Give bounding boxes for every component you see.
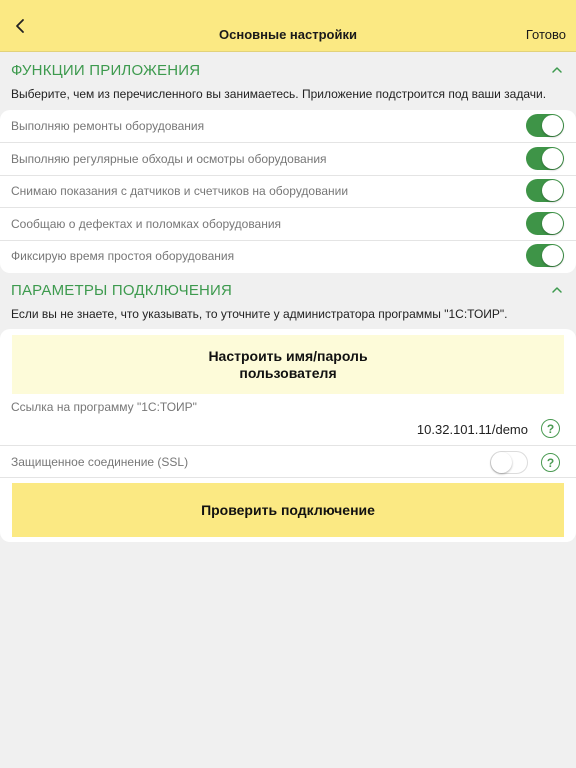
toggle-knob (542, 147, 563, 169)
toggle-knob (491, 452, 512, 473)
divider (0, 477, 576, 478)
toggle-knob (542, 180, 563, 202)
toggle-knob (542, 245, 563, 267)
function-toggle[interactable] (526, 211, 564, 235)
functions-section-header[interactable]: ФУНКЦИИ ПРИЛОЖЕНИЯ (0, 53, 576, 87)
function-label: Выполняю регулярные обходы и осмотры обо… (11, 151, 327, 166)
function-row: Сообщаю о дефектах и поломках оборудован… (0, 208, 576, 240)
functions-list: Выполняю ремонты оборудования Выполняю ре… (0, 110, 576, 273)
ssl-help-icon[interactable]: ? (541, 453, 560, 472)
navigation-bar: Основные настройки Готово (0, 0, 576, 52)
done-button[interactable]: Готово (526, 27, 566, 42)
url-help-icon[interactable]: ? (541, 419, 560, 438)
functions-section-title: ФУНКЦИИ ПРИЛОЖЕНИЯ (11, 62, 201, 79)
function-toggle[interactable] (526, 146, 564, 170)
function-row: Фиксирую время простоя оборудования (0, 240, 576, 272)
function-row: Выполняю ремонты оборудования (0, 110, 576, 142)
toggle-knob (542, 212, 563, 234)
chevron-up-icon[interactable] (550, 283, 564, 297)
connection-card: Настроить имя/пароль пользователя Ссылка… (0, 329, 576, 542)
functions-section-description: Выберите, чем из перечисленного вы заним… (11, 87, 547, 101)
page-title: Основные настройки (219, 27, 357, 42)
function-label: Сообщаю о дефектах и поломках оборудован… (11, 216, 282, 231)
url-label: Ссылка на программу "1С:ТОИР" (11, 400, 197, 414)
function-label: Фиксирую время простоя оборудования (11, 249, 235, 264)
ssl-toggle[interactable] (490, 451, 528, 474)
divider (0, 445, 576, 446)
toggle-knob (542, 115, 563, 136)
function-toggle[interactable] (526, 179, 564, 203)
chevron-up-icon[interactable] (550, 63, 564, 77)
configure-credentials-button[interactable]: Настроить имя/пароль пользователя (12, 335, 564, 394)
function-label: Выполняю ремонты оборудования (11, 119, 205, 133)
url-value[interactable]: 10.32.101.11/demo (417, 422, 528, 437)
check-connection-button[interactable]: Проверить подключение (12, 483, 564, 537)
connection-section-description: Если вы не знаете, что указывать, то уто… (11, 307, 508, 321)
function-row: Выполняю регулярные обходы и осмотры обо… (0, 143, 576, 175)
ssl-label: Защищенное соединение (SSL) (11, 455, 189, 469)
function-toggle[interactable] (526, 114, 564, 137)
connection-section-header[interactable]: ПАРАМЕТРЫ ПОДКЛЮЧЕНИЯ (0, 273, 576, 307)
function-row: Снимаю показания с датчиков и счетчиков … (0, 175, 576, 207)
function-toggle[interactable] (526, 244, 564, 268)
connection-section-title: ПАРАМЕТРЫ ПОДКЛЮЧЕНИЯ (11, 282, 233, 299)
function-label: Снимаю показания с датчиков и счетчиков … (11, 184, 349, 199)
